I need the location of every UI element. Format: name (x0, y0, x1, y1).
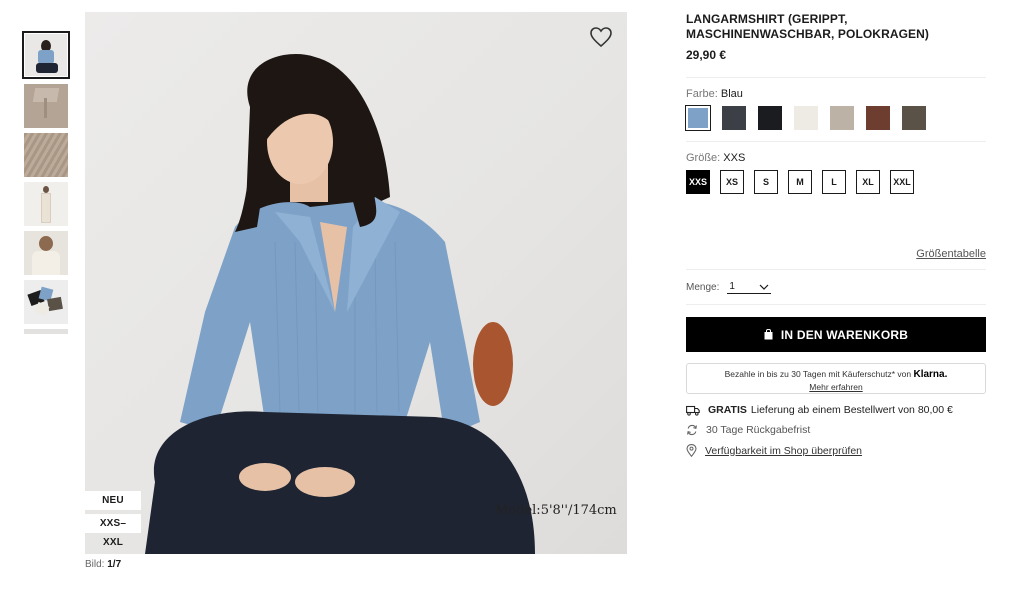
size-option-s[interactable]: S (754, 170, 778, 194)
returns-text: 30 Tage Rückgabefrist (706, 424, 811, 436)
divider (686, 304, 986, 305)
klarna-text: Bezahle in bis zu 30 Tagen mit Käufersch… (724, 369, 912, 379)
klarna-info-box: Bezahle in bis zu 30 Tagen mit Käufersch… (686, 363, 986, 394)
product-main-image[interactable]: NEU XXS–XXL Model:5'8''/174cm (85, 12, 627, 554)
free-shipping-text: Lieferung ab einem Bestellwert von 80,00… (750, 404, 953, 416)
image-counter-label: Bild: (85, 559, 105, 570)
size-label-line: Größe: XXS (686, 152, 986, 164)
quantity-row: Menge: 1 (686, 281, 986, 294)
size-label: Größe: (686, 152, 721, 164)
size-option-xs[interactable]: XS (720, 170, 744, 194)
color-selected: Blau (720, 88, 743, 100)
store-availability-row[interactable]: Verfügbarkeit im Shop überprüfen (686, 444, 986, 457)
store-availability-link[interactable]: Verfügbarkeit im Shop überprüfen (705, 445, 862, 457)
product-info-panel: LANGARMSHIRT (GERIPPT, MASCHINENWASCHBAR… (685, 12, 986, 457)
swatch-schwarz[interactable] (758, 106, 782, 130)
thumbnail-strip (22, 31, 70, 334)
swatch-oliv[interactable] (902, 106, 926, 130)
color-label-line: Farbe: Blau (686, 88, 986, 100)
location-pin-icon (686, 444, 697, 457)
divider (686, 269, 986, 270)
swatch-beige[interactable] (830, 106, 854, 130)
free-shipping-bold: GRATIS (708, 404, 747, 416)
thumbnail-model-front[interactable] (22, 31, 70, 79)
size-selected: XXS (723, 152, 746, 164)
size-options: XXS XS S M L XL XXL (686, 170, 986, 194)
product-title: LANGARMSHIRT (GERIPPT, MASCHINENWASCHBAR… (686, 12, 929, 41)
free-shipping-row: GRATIS Lieferung ab einem Bestellwert vo… (686, 404, 986, 416)
image-counter-value: 1/7 (107, 559, 122, 570)
thumbnail-color-variants[interactable] (24, 280, 68, 324)
klarna-logo: Klarna. (913, 369, 948, 380)
size-table-link[interactable]: Größentabelle (686, 248, 986, 260)
product-price: 29,90 € (686, 48, 727, 62)
size-option-xxl[interactable]: XXL (890, 170, 914, 194)
quantity-value: 1 (729, 281, 735, 292)
size-option-xl[interactable]: XL (856, 170, 880, 194)
size-range-badge: XXS–XXL (85, 514, 141, 548)
returns-row: 30 Tage Rückgabefrist (686, 424, 986, 436)
color-label: Farbe: (686, 88, 718, 100)
quantity-label: Menge: (686, 282, 720, 293)
add-to-cart-label: IN DEN WARENKORB (780, 327, 909, 342)
thumbnail-knit-texture[interactable] (24, 133, 68, 177)
size-option-l[interactable]: L (822, 170, 846, 194)
thumbnail-model-cream[interactable] (24, 231, 68, 275)
thumbnail-peek[interactable] (24, 329, 68, 334)
model-info-label: Model:5'8''/174cm (495, 503, 617, 518)
chevron-down-icon (759, 284, 769, 290)
return-arrows-icon (687, 424, 697, 436)
swatch-braun[interactable] (866, 106, 890, 130)
add-to-cart-button[interactable]: IN DEN WARENKORB (686, 317, 986, 352)
swatch-blau[interactable] (685, 105, 711, 131)
thumbnail-collar-detail[interactable] (24, 84, 68, 128)
divider (686, 141, 986, 142)
size-option-xxs[interactable]: XXS (686, 170, 710, 194)
shopping-bag-icon (764, 329, 773, 340)
heart-icon[interactable] (589, 26, 613, 48)
quantity-select[interactable]: 1 (727, 281, 772, 294)
new-badge: NEU (85, 491, 141, 510)
size-option-m[interactable]: M (788, 170, 812, 194)
swatch-off-white[interactable] (794, 106, 818, 130)
image-counter: Bild: 1/7 (85, 559, 121, 570)
truck-icon (686, 405, 700, 416)
model-illustration (145, 54, 535, 554)
thumbnail-full-body[interactable] (24, 182, 68, 226)
swatch-dunkelgrau[interactable] (722, 106, 746, 130)
color-swatches (685, 105, 986, 131)
divider (686, 77, 986, 78)
klarna-more-link[interactable]: Mehr erfahren (687, 381, 985, 393)
